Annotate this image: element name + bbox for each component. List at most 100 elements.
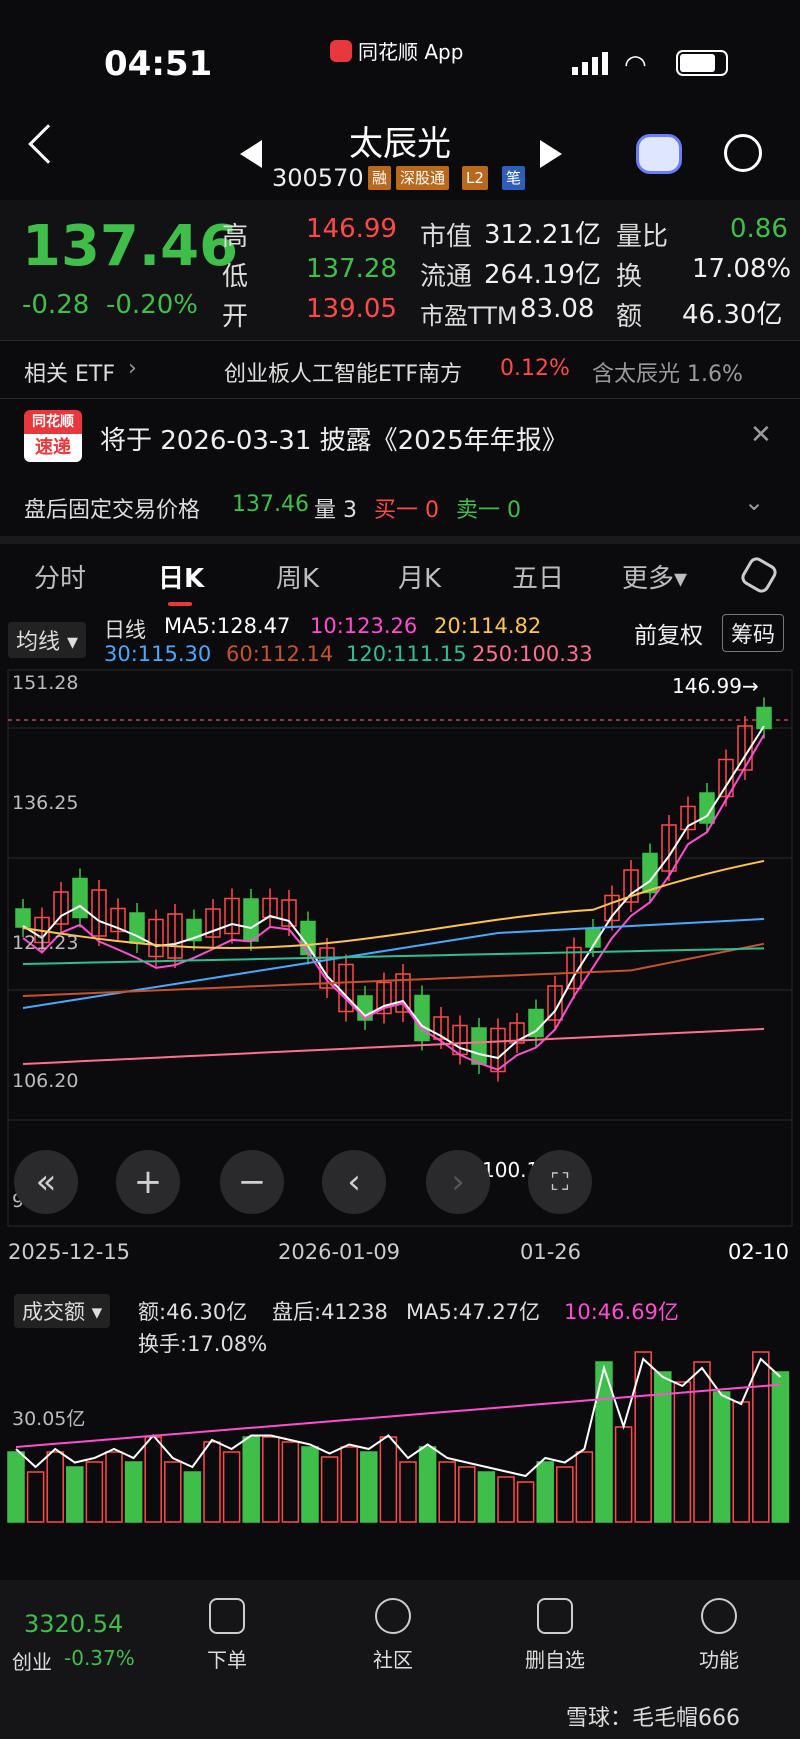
order-icon <box>209 1598 245 1634</box>
mcap-value: 312.21亿 <box>484 220 601 250</box>
ma20-legend: 20:114.82 <box>434 614 542 638</box>
turnover-value: 17.08% <box>692 254 792 284</box>
etf-label[interactable]: 相关 ETF <box>24 356 115 388</box>
nav-functions[interactable]: 功能 <box>664 1598 774 1673</box>
price-change: -0.28 <box>22 290 90 320</box>
volume-bar <box>614 1426 633 1523</box>
volume-bar <box>673 1381 692 1523</box>
community-icon <box>375 1598 411 1634</box>
zoom-in-icon[interactable]: + <box>116 1150 180 1214</box>
ma60-legend: 60:112.14 <box>226 642 334 666</box>
turnover-label: 换 <box>616 262 643 292</box>
index-value[interactable]: 3320.54 <box>24 1610 123 1638</box>
afterhours-price: 137.46 <box>232 492 309 517</box>
open-label: 开 <box>222 302 249 332</box>
vr-value: 0.86 <box>730 214 788 244</box>
notice-close-icon[interactable]: ✕ <box>750 420 772 450</box>
volume-bar <box>7 1451 25 1523</box>
robot-assistant-icon[interactable] <box>636 134 682 174</box>
tab-intraday[interactable]: 分时 <box>34 558 86 595</box>
tab-monthly-k[interactable]: 月K <box>398 558 441 595</box>
ma120-legend: 120:111.15 <box>346 642 467 666</box>
period-label: 日线 <box>104 618 146 642</box>
app-logo-icon <box>330 39 352 62</box>
etf-chevron-icon[interactable]: › <box>128 356 137 381</box>
ma10-line <box>22 734 765 1071</box>
candle-body <box>72 877 88 919</box>
volume-bar <box>164 1461 182 1523</box>
next-stock-icon[interactable] <box>540 140 562 168</box>
candle-body <box>471 1027 487 1065</box>
nav-remove-watch[interactable]: 删自选 <box>500 1598 610 1673</box>
fast-back-icon[interactable]: « <box>14 1150 78 1214</box>
candle-body <box>15 908 31 928</box>
nav-order[interactable]: 下单 <box>172 1598 282 1673</box>
ma10-legend: 10:123.26 <box>310 614 418 638</box>
scroll-right-icon[interactable]: › <box>426 1150 490 1214</box>
stock-code: 300570 <box>272 164 364 192</box>
adjust-button[interactable]: 前复权 <box>634 616 703 650</box>
wifi-icon: ◠ <box>624 50 647 80</box>
tag-margin: 融 <box>368 166 392 190</box>
status-app-name: 同花顺 App <box>358 40 464 64</box>
notice-text[interactable]: 将于 2026-03-31 披露《2025年年报》 <box>100 420 568 457</box>
high-marker: 146.99→ <box>672 674 759 698</box>
volume-bar <box>105 1451 123 1523</box>
etf-name[interactable]: 创业板人工智能ETF南方 <box>224 356 462 388</box>
scroll-left-icon[interactable]: ‹ <box>322 1150 386 1214</box>
amount-label: 额 <box>616 302 643 332</box>
volume-bar <box>752 1351 770 1523</box>
y-tick-2: 136.25 <box>12 792 79 814</box>
open-value: 139.05 <box>306 294 397 324</box>
pe-label: 市盈TTM <box>420 302 518 330</box>
tag-connect: 深股通 <box>396 166 450 190</box>
volume-bar <box>477 1471 496 1523</box>
active-tab-indicator <box>168 602 192 606</box>
tab-five-day[interactable]: 五日 <box>512 558 564 595</box>
status-app-indicator: 同花顺 App <box>330 36 463 65</box>
etf-hold[interactable]: 含太辰光 1.6% <box>592 356 743 388</box>
ma250-line <box>22 1027 765 1065</box>
volume-bar <box>575 1451 594 1523</box>
tag-stroke: 笔 <box>502 166 526 190</box>
volume-bar <box>222 1451 241 1523</box>
zoom-out-icon[interactable]: − <box>220 1150 284 1214</box>
volume-bar <box>85 1461 104 1523</box>
y-tick-4: 106.20 <box>12 1070 79 1092</box>
tab-more[interactable]: 更多▾ <box>622 558 687 595</box>
volume-bar <box>66 1466 84 1523</box>
high-label: 高 <box>222 222 249 252</box>
volume-bar <box>124 1461 143 1523</box>
afterhours-sell: 卖一 0 <box>456 498 521 523</box>
nav-community[interactable]: 社区 <box>338 1598 448 1673</box>
volume-bar <box>458 1466 476 1523</box>
kline-chart[interactable] <box>0 668 800 1228</box>
volume-chart[interactable] <box>0 1288 800 1524</box>
ma-selector[interactable]: 均线 ▾ <box>8 622 87 658</box>
volume-bar <box>262 1436 280 1523</box>
volume-bar <box>418 1446 437 1523</box>
expand-chevron-icon[interactable]: ⌄ <box>744 488 764 516</box>
tab-daily-k[interactable]: 日K <box>158 558 204 595</box>
period-tabs: 分时 日K 周K 月K 五日 更多▾ <box>0 546 800 606</box>
tab-weekly-k[interactable]: 周K <box>276 558 319 595</box>
ma5-legend: MA5:128.47 <box>164 614 291 638</box>
volume-bar <box>712 1391 731 1523</box>
volume-bar <box>379 1436 398 1523</box>
volume-bar <box>320 1456 339 1523</box>
fullscreen-icon[interactable]: ⛶ <box>528 1150 592 1214</box>
float-value: 264.19亿 <box>484 260 601 290</box>
search-icon[interactable] <box>724 134 762 172</box>
chips-button[interactable]: 筹码 <box>722 614 785 652</box>
watermark: 雪球：毛毛帽666 <box>566 1706 740 1731</box>
y-tick-3: 121.23 <box>12 932 79 954</box>
volume-bar <box>438 1461 456 1523</box>
volume-bar <box>497 1476 515 1523</box>
volume-bar <box>26 1471 45 1523</box>
vr-label: 量比 <box>616 222 669 252</box>
notice-badge: 同花顺 速递 <box>24 410 82 462</box>
y-tick-1: 151.28 <box>12 672 79 694</box>
volume-bar <box>301 1446 319 1523</box>
last-price: 137.46 <box>22 214 239 279</box>
volume-bar <box>340 1446 358 1523</box>
